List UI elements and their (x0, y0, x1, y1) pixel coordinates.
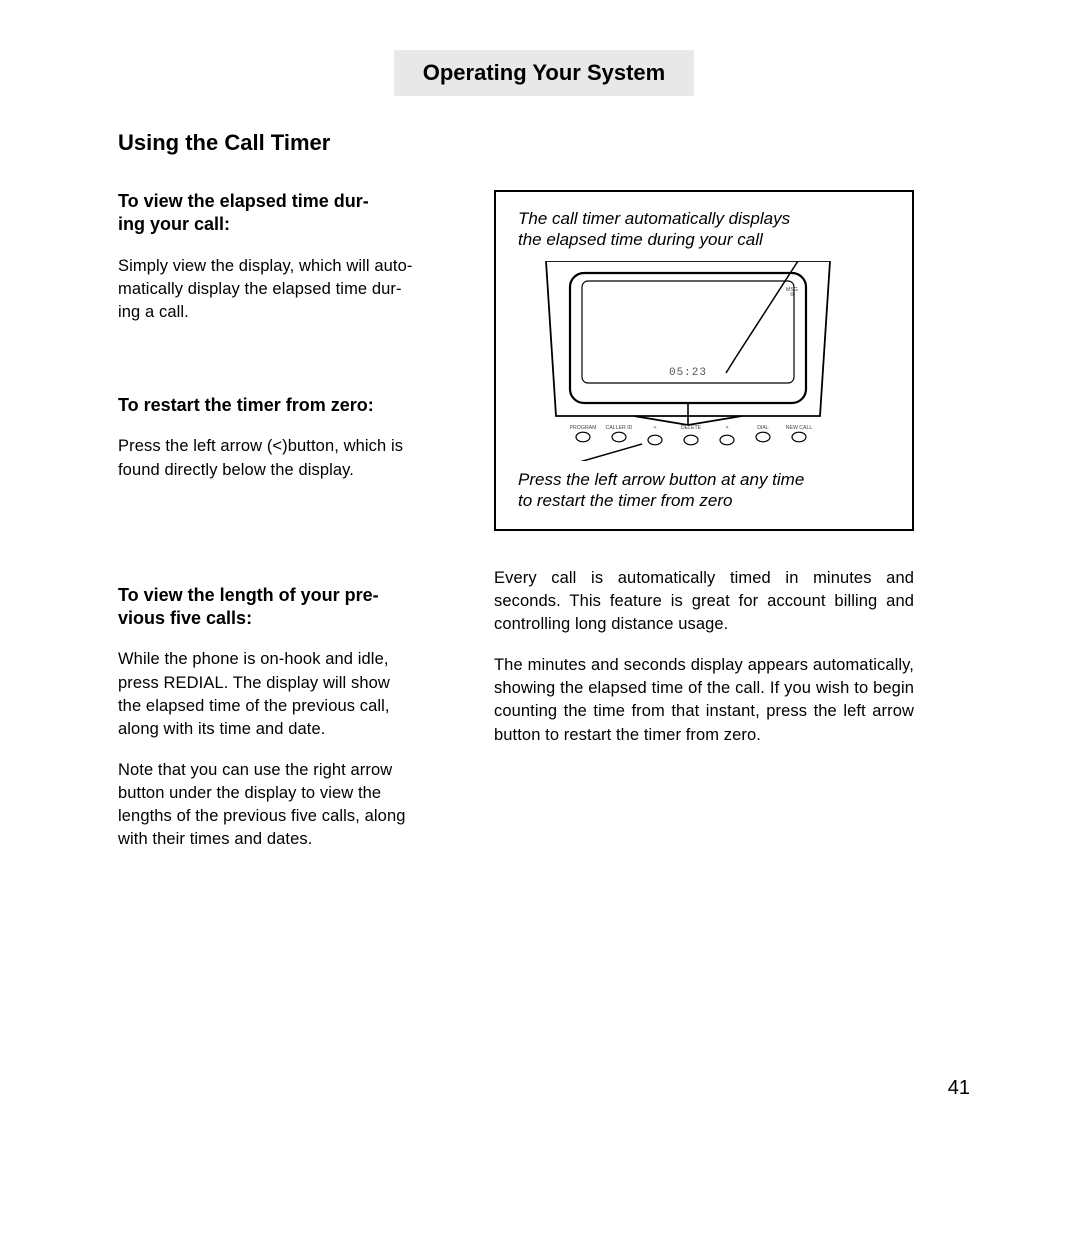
body-text: found directly below the display. (118, 461, 354, 479)
subhead-restart-timer: To restart the timer from zero: (118, 394, 438, 417)
body-paragraph: The minutes and seconds display appears … (494, 654, 914, 746)
subhead-text: vious five calls: (118, 608, 252, 628)
body-paragraph: While the phone is on-hook and idle, pre… (118, 648, 438, 740)
btn-label-newcall: NEW CALL (786, 425, 813, 431)
body-text: ing a call. (118, 303, 189, 321)
btn-label-dial: DIAL (757, 425, 769, 431)
caption-text: the elapsed time during your call (518, 230, 763, 249)
body-text: with their times and dates. (118, 830, 312, 848)
display-value: 05:23 (669, 367, 707, 379)
btn-label-delete: DELETE (681, 425, 702, 431)
figure-box: The call timer automatically displays th… (494, 190, 914, 531)
body-text: along with its time and date. (118, 720, 325, 738)
body-text: the elapsed time of the previous call, (118, 697, 390, 715)
body-text: lengths of the previous five calls, alon… (118, 807, 406, 825)
caption-text: Press the left arrow button at any time (518, 470, 804, 489)
msg-label: MSG (786, 287, 798, 293)
body-paragraph: Simply view the display, which will auto… (118, 255, 438, 324)
body-text: press REDIAL. The display will show (118, 674, 390, 692)
page-number: 41 (948, 1077, 970, 1100)
btn-label-program: PROGRAM (570, 425, 597, 431)
body-paragraph: Note that you can use the right arrow bu… (118, 759, 438, 851)
phone-diagram: MSG 05:23 PROGRAM CALLER ID < (518, 261, 858, 461)
button-row: PROGRAM CALLER ID < DELETE > DIAL NEW CA… (570, 425, 813, 445)
subhead-text: ing your call: (118, 214, 230, 234)
caption-text: The call timer automatically displays (518, 209, 790, 228)
btn-label-left: < (653, 425, 656, 431)
body-text: Note that you can use the right arrow (118, 761, 392, 779)
body-text: matically display the elapsed time dur- (118, 280, 402, 298)
left-arrow-button (648, 435, 662, 445)
btn-label-right: > (725, 425, 728, 431)
body-paragraph: Press the left arrow (<)button, which is… (118, 435, 438, 481)
body-text: While the phone is on-hook and idle, (118, 650, 389, 668)
subhead-view-elapsed: To view the elapsed time dur- ing your c… (118, 190, 438, 237)
page-header: Operating Your System (394, 50, 694, 96)
subhead-text: To view the elapsed time dur- (118, 191, 369, 211)
left-column: To view the elapsed time dur- ing your c… (118, 190, 438, 869)
section-title: Using the Call Timer (118, 130, 970, 156)
body-text: Simply view the display, which will auto… (118, 257, 413, 275)
right-column: The call timer automatically displays th… (494, 190, 914, 765)
figure-caption-top: The call timer automatically displays th… (518, 208, 890, 251)
figure-caption-bottom: Press the left arrow button at any time … (518, 469, 890, 512)
subhead-text: To view the length of your pre- (118, 585, 379, 605)
btn-label-callerid: CALLER ID (606, 425, 633, 431)
body-text: Press the left arrow (<)button, which is (118, 437, 403, 455)
body-paragraph: Every call is automatically timed in min… (494, 567, 914, 636)
caption-text: to restart the timer from zero (518, 491, 732, 510)
body-text: button under the display to view the (118, 784, 381, 802)
subhead-previous-calls: To view the length of your pre- vious fi… (118, 584, 438, 631)
